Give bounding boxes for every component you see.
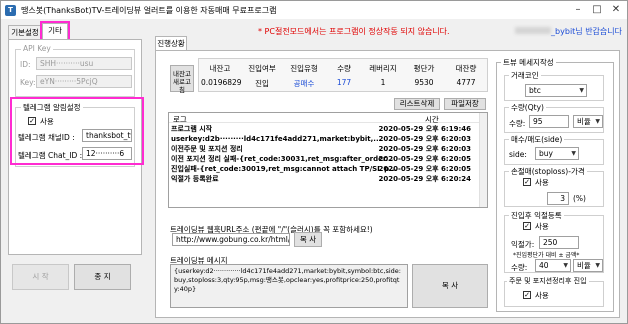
stoploss-group: 손절매(stoploss)-가격 ✓ 사용 3 (%) xyxy=(504,166,604,207)
profit-qty-select[interactable]: 40 ▼ xyxy=(535,259,571,272)
copy-url-button[interactable]: 복 사 xyxy=(294,232,322,247)
side-label: side: xyxy=(509,150,527,159)
log-row[interactable]: 프로그램 시작 2020-05-29 오후 6:19:46 xyxy=(171,125,479,134)
stoploss-checkbox[interactable]: ✓ xyxy=(523,178,531,186)
profit-group: 진입후 익절등록 ✓ 사용 익절가: 250 *진입평단가 대비 ± 금액* 수… xyxy=(504,210,604,273)
title-bar: T 땡스봇(ThanksBot)TV-트레이딩뷰 얼러트를 이용한 자동매매 무… xyxy=(1,1,627,19)
log-col-header: 로그 xyxy=(173,115,187,124)
welcome-message: _bybit님 반갑습니다 xyxy=(510,26,622,37)
opclear-checkbox[interactable]: ✓ xyxy=(523,291,531,299)
stat-remaining: 4777 xyxy=(456,78,476,87)
profit-legend: 진입후 익절등록 xyxy=(509,210,564,221)
log-row[interactable]: 진입실패-{ret_code:30019,ret_msg:cannot atta… xyxy=(171,165,479,174)
stoploss-use-label: 사용 xyxy=(535,178,549,187)
trade-settings-legend: 트뷰 메세지작성 xyxy=(501,57,556,68)
qty-unit-select[interactable]: 비율 ▼ xyxy=(573,115,603,128)
chevron-down-icon: ▼ xyxy=(579,87,584,94)
chevron-down-icon: ▼ xyxy=(571,150,576,157)
qty-group: 수량(Qty) 수량: 95 비율 ▼ xyxy=(504,102,604,133)
coin-group: 거래코인 btc ▼ xyxy=(504,70,604,101)
profit-use-label: 사용 xyxy=(535,222,549,231)
close-icon[interactable]: ✕ xyxy=(607,3,625,17)
highlight-telegram-group xyxy=(10,97,144,165)
opclear-legend: 주문 및 포지션정리후 진입 xyxy=(507,276,589,286)
chevron-down-icon: ▼ xyxy=(595,118,600,125)
coin-select[interactable]: btc ▼ xyxy=(525,84,587,97)
profit-checkbox[interactable]: ✓ xyxy=(523,222,531,230)
webhook-message-field[interactable]: {userkey:d2·············ld4c171fe4add271… xyxy=(170,264,408,308)
profit-qty-label: 수량: xyxy=(511,263,528,272)
api-key-field[interactable]: eYN·········5PcjQ xyxy=(36,75,132,88)
api-key-label: Key: xyxy=(20,78,36,87)
qty-field[interactable]: 95 xyxy=(529,115,569,128)
clear-list-button[interactable]: 리스트삭제 xyxy=(394,98,440,110)
copy-message-button[interactable]: 복 사 xyxy=(412,264,488,308)
log-row[interactable]: 익절가 등록완료 2020-05-29 오후 6:20:24 xyxy=(171,175,479,184)
stat-header: 대잔량 xyxy=(455,64,477,73)
side-legend: 매수/매도(side) xyxy=(509,134,565,145)
qty-legend: 수량(Qty) xyxy=(509,102,546,113)
app-icon: T xyxy=(5,5,16,16)
side-select[interactable]: buy ▼ xyxy=(535,147,579,160)
stat-avg-price: 9530 xyxy=(414,78,434,87)
start-button[interactable]: 시 작 xyxy=(12,264,69,290)
webhook-url-field[interactable]: http://www.gobung.co.kr/html/tv/ xyxy=(172,233,290,246)
stat-header: 평단가 xyxy=(413,64,435,73)
save-file-button[interactable]: 파일저장 xyxy=(444,98,486,110)
stat-header: 진입여부 xyxy=(248,64,276,73)
side-group: 매수/매도(side) side: buy ▼ xyxy=(504,134,604,165)
highlight-etc-tab xyxy=(40,21,70,41)
profit-price-field[interactable]: 250 xyxy=(539,236,579,249)
stoploss-legend: 손절매(stoploss)-가격 xyxy=(509,166,587,177)
log-header: 로그 시간 xyxy=(169,113,479,124)
log-row[interactable]: 이전주문 및 포지션 정리 2020-05-29 오후 6:20:03 xyxy=(171,145,479,154)
profit-qty-unit-select[interactable]: 비율 ▼ xyxy=(573,259,603,272)
stoploss-unit: (%) xyxy=(573,194,586,203)
log-row[interactable]: 이전 포지션 정리 실패-{ret_code:30031,ret_msg:aft… xyxy=(171,155,479,164)
stat-qty: 177 xyxy=(336,78,352,87)
window-title: 땡스봇(ThanksBot)TV-트레이딩뷰 얼러트를 이용한 자동매매 무료프… xyxy=(21,6,277,15)
stat-header: 진입유형 xyxy=(290,64,318,73)
minimize-icon[interactable]: – xyxy=(569,3,587,17)
stat-header: 레버리지 xyxy=(369,64,397,73)
refresh-balance-button[interactable]: 내잔고 새로고침 xyxy=(170,65,194,94)
api-id-label: ID: xyxy=(20,60,31,69)
api-key-group: API Key ID: SHH··········usu Key: eYN···… xyxy=(15,44,135,97)
stat-balance: 0.0196829 xyxy=(201,78,242,87)
tab-progress[interactable]: 진행상황 xyxy=(155,36,187,50)
opclear-use-label: 사용 xyxy=(535,291,549,300)
stat-header: 수량 xyxy=(337,64,351,73)
stoploss-field[interactable]: 3 xyxy=(547,192,569,205)
stat-header: 내잔고 xyxy=(209,64,231,73)
log-list[interactable]: 로그 시간 프로그램 시작 2020-05-29 오후 6:19:46 userk… xyxy=(168,112,488,208)
power-save-notice: * PC절전모드에서는 프로그램이 정상작동 되지 않습니다. xyxy=(258,27,450,36)
qty-label: 수량: xyxy=(509,119,526,128)
profit-price-label: 익절가: xyxy=(511,240,535,249)
log-row[interactable]: userkey:d2b·········ld4c171fe4add271,mar… xyxy=(171,135,479,144)
chevron-down-icon: ▼ xyxy=(563,262,568,269)
chevron-down-icon: ▼ xyxy=(595,262,600,269)
stat-entry: 진입 xyxy=(255,79,269,88)
stat-leverage: 1 xyxy=(380,78,386,87)
stat-entry-type: 공매수 xyxy=(293,79,315,88)
log-scrollbar[interactable] xyxy=(479,113,487,207)
stats-table: 내잔고 진입여부 진입유형 수량 레버리지 평단가 대잔량 0.0196829 … xyxy=(198,58,488,92)
tab-basic-settings[interactable]: 기본설정 xyxy=(8,25,42,39)
trade-settings-group: 트뷰 메세지작성 거래코인 btc ▼ 수량(Qty) 수량: 95 비율 ▼ 매수… xyxy=(496,57,614,312)
api-key-legend: API Key xyxy=(21,44,53,53)
stop-button[interactable]: 종 지 xyxy=(74,264,131,290)
api-id-field[interactable]: SHH··········usu xyxy=(36,57,132,70)
profit-note: *진입평단가 대비 ± 금액* xyxy=(513,252,580,259)
time-col-header: 시간 xyxy=(425,115,439,124)
maximize-icon[interactable]: □ xyxy=(588,3,606,17)
opclear-group: 주문 및 포지션정리후 진입 ✓ 사용 xyxy=(504,276,604,307)
coin-legend: 거래코인 xyxy=(509,70,541,81)
